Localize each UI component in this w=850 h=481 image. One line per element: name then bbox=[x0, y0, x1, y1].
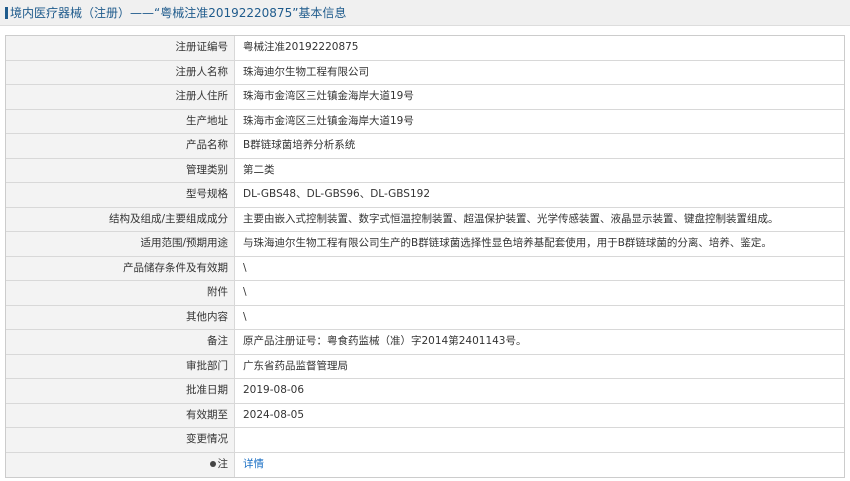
row-value: 广东省药品监督管理局 bbox=[243, 359, 348, 372]
row-label: 生产地址 bbox=[6, 109, 235, 133]
row-value: 珠海迪尔生物工程有限公司 bbox=[243, 65, 369, 78]
row-value: 与珠海迪尔生物工程有限公司生产的B群链球菌选择性显色培养基配套使用，用于B群链球… bbox=[243, 237, 772, 249]
table-row-registrant-address: 注册人住所 珠海市金湾区三灶镇金海岸大道19号 bbox=[6, 85, 844, 110]
title-marker-icon bbox=[5, 7, 8, 19]
row-value: 2019-08-06 bbox=[243, 384, 305, 396]
table-row-management-category: 管理类别 第二类 bbox=[6, 158, 844, 183]
pin-icon bbox=[209, 460, 216, 467]
row-label: 适用范围/预期用途 bbox=[6, 232, 235, 256]
row-label-note: 注 bbox=[6, 452, 235, 477]
row-value: 详情 bbox=[235, 453, 844, 478]
row-value bbox=[235, 428, 844, 452]
row-label: 有效期至 bbox=[6, 403, 235, 427]
row-value: DL-GBS48、DL-GBS96、DL-GBS192 bbox=[243, 188, 430, 200]
row-value: 第二类 bbox=[243, 163, 275, 176]
row-value: \ bbox=[243, 310, 247, 323]
table-row-valid-until: 有效期至 2024-08-05 bbox=[6, 403, 844, 428]
row-value: \ bbox=[243, 261, 247, 274]
row-value: 原产品注册证号：粤食药监械（准）字2014第2401143号。 bbox=[243, 335, 527, 347]
row-label: 型号规格 bbox=[6, 183, 235, 207]
table-row-storage-validity: 产品储存条件及有效期 \ bbox=[6, 256, 844, 281]
table-row-intended-use: 适用范围/预期用途 与珠海迪尔生物工程有限公司生产的B群链球菌选择性显色培养基配… bbox=[6, 232, 844, 257]
row-label: 产品储存条件及有效期 bbox=[6, 256, 235, 280]
table-row-approval-department: 审批部门 广东省药品监督管理局 bbox=[6, 354, 844, 379]
row-label: 附件 bbox=[6, 281, 235, 305]
table-row-change-history: 变更情况 bbox=[6, 428, 844, 453]
table-row-approval-date: 批准日期 2019-08-06 bbox=[6, 379, 844, 404]
row-label: 管理类别 bbox=[6, 158, 235, 182]
page-title: 境内医疗器械（注册）——“粤械注准20192220875”基本信息 bbox=[10, 6, 347, 20]
row-label: 注册人名称 bbox=[6, 60, 235, 84]
table-row-note: 注 详情 bbox=[6, 452, 844, 478]
row-value: B群链球菌培养分析系统 bbox=[243, 139, 356, 151]
row-label: 审批部门 bbox=[6, 354, 235, 378]
row-value: 2024-08-05 bbox=[243, 408, 305, 421]
row-label: 其他内容 bbox=[6, 305, 235, 329]
info-table: 注册证编号 粤械注准20192220875 注册人名称 珠海迪尔生物工程有限公司… bbox=[5, 35, 845, 478]
note-label: 注 bbox=[217, 457, 229, 470]
table-row-remarks: 备注 原产品注册证号：粤食药监械（准）字2014第2401143号。 bbox=[6, 330, 844, 355]
row-label: 注册证编号 bbox=[6, 36, 235, 60]
details-link[interactable]: 详情 bbox=[243, 458, 264, 470]
table-row-product-name: 产品名称 B群链球菌培养分析系统 bbox=[6, 134, 844, 159]
row-label: 产品名称 bbox=[6, 134, 235, 158]
row-label: 结构及组成/主要组成成分 bbox=[6, 207, 235, 231]
table-row-production-address: 生产地址 珠海市金湾区三灶镇金海岸大道19号 bbox=[6, 109, 844, 134]
row-value: 珠海市金湾区三灶镇金海岸大道19号 bbox=[243, 114, 414, 127]
table-row-registrant-name: 注册人名称 珠海迪尔生物工程有限公司 bbox=[6, 60, 844, 85]
row-value: 珠海市金湾区三灶镇金海岸大道19号 bbox=[243, 90, 414, 102]
title-bar: 境内医疗器械（注册）——“粤械注准20192220875”基本信息 bbox=[0, 0, 850, 26]
table-row-attachments: 附件 \ bbox=[6, 281, 844, 306]
row-value: 主要由嵌入式控制装置、数字式恒温控制装置、超温保护装置、光学传感装置、液晶显示装… bbox=[243, 212, 779, 225]
row-label: 变更情况 bbox=[6, 428, 235, 452]
row-label: 注册人住所 bbox=[6, 85, 235, 109]
row-label: 备注 bbox=[6, 330, 235, 354]
table-row-structure-composition: 结构及组成/主要组成成分 主要由嵌入式控制装置、数字式恒温控制装置、超温保护装置… bbox=[6, 207, 844, 232]
row-value: 粤械注准20192220875 bbox=[243, 41, 359, 53]
row-value: \ bbox=[243, 286, 247, 298]
table-row-registration-number: 注册证编号 粤械注准20192220875 bbox=[6, 36, 844, 61]
table-row-other-content: 其他内容 \ bbox=[6, 305, 844, 330]
row-label: 批准日期 bbox=[6, 379, 235, 403]
table-row-model-spec: 型号规格 DL-GBS48、DL-GBS96、DL-GBS192 bbox=[6, 183, 844, 208]
